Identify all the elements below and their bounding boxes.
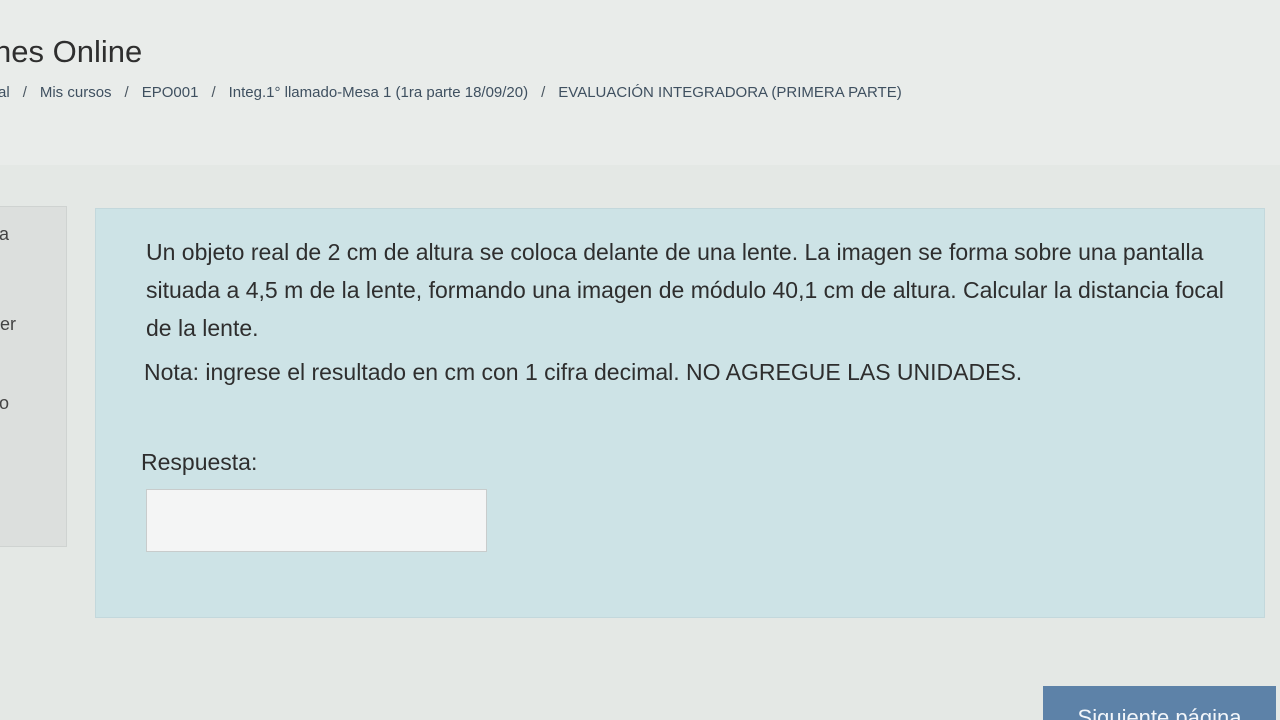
breadcrumb-item-evaluation[interactable]: EVALUACIÓN INTEGRADORA (PRIMERA PARTE) <box>558 84 901 101</box>
breadcrumb-separator: / <box>211 84 216 101</box>
breadcrumb-item-home[interactable]: al <box>0 84 10 101</box>
page: nes Online al / Mis cursos / EPO001 / In… <box>0 0 1280 720</box>
breadcrumb-separator: / <box>22 84 27 101</box>
next-page-button[interactable]: Siguiente página <box>1043 686 1276 720</box>
quiz-navigation-panel: a er o <box>0 206 67 547</box>
question-text: Un objeto real de 2 cm de altura se colo… <box>146 239 1224 341</box>
page-header: nes Online al / Mis cursos / EPO001 / In… <box>0 0 1280 150</box>
breadcrumb-item-mis-cursos[interactable]: Mis cursos <box>40 84 112 101</box>
nav-panel-text-fragment: er <box>0 314 17 334</box>
breadcrumb-item-exam-section[interactable]: Integ.1° llamado-Mesa 1 (1ra parte 18/09… <box>229 84 529 101</box>
nav-panel-text-fragment: o <box>0 393 10 413</box>
question-box: Un objeto real de 2 cm de altura se colo… <box>95 208 1265 618</box>
breadcrumb-separator: / <box>124 84 129 101</box>
breadcrumb-item-course[interactable]: EPO001 <box>142 84 199 101</box>
nav-panel-text-fragment: a <box>0 224 10 244</box>
breadcrumb-separator: / <box>541 84 546 101</box>
site-title: nes Online <box>0 34 143 69</box>
question-note: Nota: ingrese el resultado en cm con 1 c… <box>144 359 1023 385</box>
breadcrumb: al / Mis cursos / EPO001 / Integ.1° llam… <box>0 84 902 101</box>
answer-input[interactable] <box>146 489 487 552</box>
answer-label: Respuesta: <box>141 449 258 475</box>
